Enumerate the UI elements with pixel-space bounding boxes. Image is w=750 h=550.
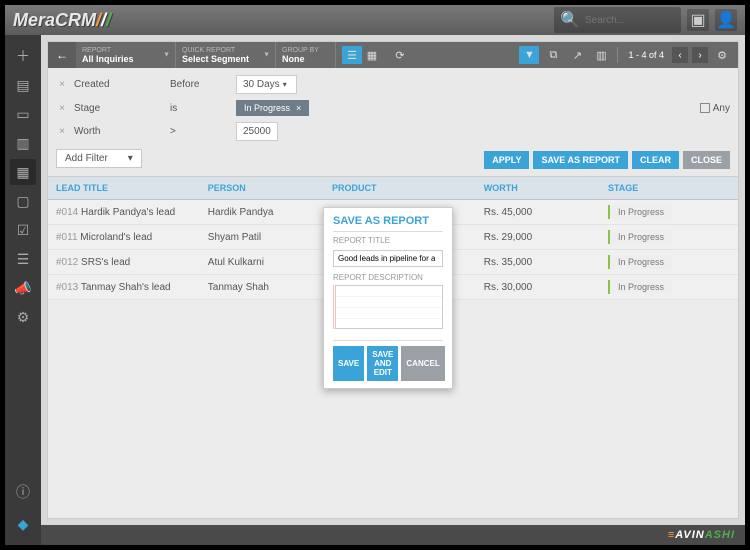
status-badge: In Progress [608,280,672,294]
nav-stats-icon[interactable]: ▥ [10,130,36,156]
page-next-button[interactable]: › [692,47,708,63]
segment-selector[interactable]: QUICK REPORT Select Segment ▼ [176,42,276,68]
remove-filter-icon[interactable]: × [56,126,68,137]
caret-down-icon: ▼ [263,52,270,59]
status-badge: In Progress [608,205,672,219]
filter-value-input[interactable]: 25000 [236,122,278,141]
groupby-selector[interactable]: GROUP BY None [276,42,336,68]
caret-down-icon: ▾ [128,153,133,164]
report-toolbar: ← REPORT All Inquiries ▼ QUICK REPORT Se… [48,42,738,68]
user-avatar-icon[interactable]: 👤 [715,9,737,31]
status-badge: In Progress [608,230,672,244]
filter-op-label: is [170,103,230,114]
search-input[interactable] [585,15,675,26]
filter-op-label: Before [170,79,230,90]
columns-icon[interactable]: ▥ [591,46,611,64]
nav-settings-icon[interactable]: ⚙ [10,304,36,330]
pill-remove-icon[interactable]: × [296,103,301,113]
remove-filter-icon[interactable]: × [56,103,68,114]
filter-field-label: Stage [74,103,164,114]
nav-megaphone-icon[interactable]: 📣 [10,275,36,301]
gear-icon[interactable]: ⚙ [712,46,732,64]
nav-list-icon[interactable]: ☰ [10,246,36,272]
view-grid-icon[interactable]: ▦ [362,46,382,64]
col-person[interactable]: PERSON [200,177,324,200]
nav-contact-icon[interactable]: ▭ [10,101,36,127]
col-product[interactable]: PRODUCT [324,177,476,200]
col-stage[interactable]: STAGE [600,177,738,200]
clear-button[interactable]: CLEAR [632,151,679,169]
footer: ≡AVINASHI [41,525,745,545]
col-lead-title[interactable]: LEAD TITLE [48,177,200,200]
nav-brand-icon[interactable]: ◆ [10,511,36,537]
report-selector[interactable]: REPORT All Inquiries ▼ [76,42,176,68]
modal-title: SAVE AS REPORT [333,215,443,232]
match-any-checkbox[interactable]: Any [700,103,730,114]
apply-button[interactable]: APPLY [484,151,529,169]
report-title-input[interactable] [333,250,443,267]
remove-filter-icon[interactable]: × [56,79,68,90]
filter-panel: × Created Before 30 Days▾ × Stage is In … [48,68,738,177]
footer-brand: ≡AVINASHI [668,529,735,541]
export-icon[interactable]: ↗ [567,46,587,64]
modal-save-button[interactable]: SAVE [333,346,364,381]
search-icon: 🔍 [560,10,580,30]
left-nav: ＋ ▤ ▭ ▥ ▦ ▢ ☑ ☰ 📣 ⚙ ⓘ ◆ [5,35,41,545]
nav-add-icon[interactable]: ＋ [10,43,36,69]
report-desc-label: REPORT DESCRIPTION [333,273,443,282]
close-filters-button[interactable]: CLOSE [683,151,730,169]
notifications-icon[interactable]: ▣ [687,9,709,31]
modal-cancel-button[interactable]: CANCEL [401,346,444,381]
col-worth[interactable]: WORTH [476,177,600,200]
report-desc-input[interactable] [333,285,443,329]
topbar: MeraCRM/// 🔍 ▣ 👤 [5,5,745,35]
add-filter-button[interactable]: Add Filter▾ [56,149,142,168]
global-search[interactable]: 🔍 [554,7,681,33]
filter-field-label: Created [74,79,164,90]
page-prev-button[interactable]: ‹ [672,47,688,63]
back-button[interactable]: ← [48,42,76,68]
nav-file-icon[interactable]: ▢ [10,188,36,214]
app-logo: MeraCRM/// [13,10,111,31]
pager-text: 1 - 4 of 4 [624,50,668,60]
report-title-label: REPORT TITLE [333,236,443,245]
caret-down-icon[interactable]: ▾ [280,80,290,89]
status-badge: In Progress [608,255,672,269]
filter-op-label: > [170,126,230,137]
filter-pill[interactable]: In Progress× [236,100,309,116]
modal-save-edit-button[interactable]: SAVE AND EDIT [367,346,398,381]
nav-info-icon[interactable]: ⓘ [10,479,36,505]
refresh-icon[interactable]: ⟳ [390,46,410,64]
save-as-report-button[interactable]: SAVE AS REPORT [533,151,628,169]
caret-down-icon: ▼ [163,52,170,59]
view-list-icon[interactable]: ☰ [342,46,362,64]
new-window-icon[interactable]: ⧉ [543,46,563,64]
nav-save-icon[interactable]: ▤ [10,72,36,98]
save-report-modal: SAVE AS REPORT REPORT TITLE REPORT DESCR… [323,207,453,389]
nav-check-icon[interactable]: ☑ [10,217,36,243]
filter-field-label: Worth [74,126,164,137]
filter-icon[interactable]: ▼ [519,46,539,64]
filter-value-input[interactable]: 30 Days▾ [236,75,297,94]
nav-briefcase-icon[interactable]: ▦ [10,159,36,185]
